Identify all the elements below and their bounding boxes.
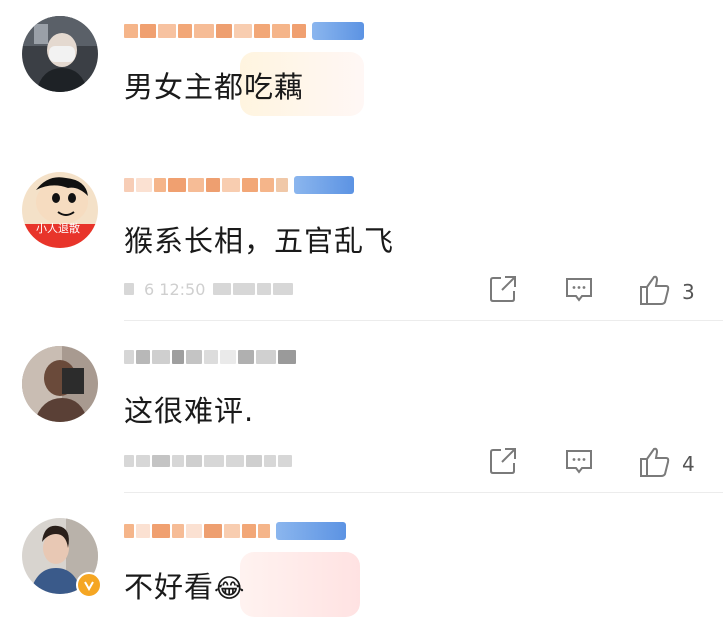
comment-item: 这很难评. 4 bbox=[0, 322, 723, 494]
avatar[interactable]: 小人退散 bbox=[22, 172, 98, 248]
divider bbox=[124, 492, 723, 493]
username-blurred[interactable] bbox=[124, 520, 346, 542]
decorative-bubble bbox=[240, 552, 360, 617]
share-button[interactable] bbox=[488, 274, 518, 304]
comment-text: 男女主都吃藕 bbox=[124, 70, 305, 104]
vip-badge bbox=[276, 522, 346, 540]
comment-item: 小人退散 猴系长相，五官乱飞 6 12:50 3 bbox=[0, 150, 723, 322]
comment-item: 不好看😂 bbox=[0, 494, 723, 617]
comment-text: 猴系长相，五官乱飞 bbox=[124, 224, 395, 258]
reply-button[interactable] bbox=[564, 274, 594, 304]
like-count: 4 bbox=[682, 452, 695, 476]
comment-item: 男女主都吃藕 bbox=[0, 0, 723, 150]
comment-actions: 4 bbox=[0, 446, 723, 486]
verified-badge bbox=[76, 572, 102, 598]
comment-icon bbox=[566, 450, 592, 474]
thumbs-up-icon bbox=[640, 275, 670, 305]
share-icon bbox=[490, 276, 516, 302]
level-badge bbox=[294, 176, 354, 194]
vip-badge bbox=[312, 22, 364, 40]
divider bbox=[124, 320, 723, 321]
comment-text: 这很难评. bbox=[124, 394, 255, 428]
comment-actions: 3 bbox=[0, 274, 723, 314]
avatar[interactable] bbox=[22, 16, 98, 92]
share-icon bbox=[490, 448, 516, 474]
username-blurred[interactable] bbox=[124, 346, 298, 368]
like-count: 3 bbox=[682, 280, 695, 304]
like-button[interactable] bbox=[638, 446, 672, 478]
thumbs-up-icon bbox=[640, 447, 670, 477]
avatar-caption: 小人退散 bbox=[36, 222, 80, 235]
reply-button[interactable] bbox=[564, 446, 594, 476]
like-button[interactable] bbox=[638, 274, 672, 306]
laughing-emoji: 😂 bbox=[214, 574, 246, 604]
comment-text: 不好看😂 bbox=[124, 570, 246, 604]
avatar[interactable] bbox=[22, 346, 98, 422]
username-blurred[interactable] bbox=[124, 20, 364, 42]
comment-icon bbox=[566, 278, 592, 302]
username-blurred[interactable] bbox=[124, 174, 354, 196]
share-button[interactable] bbox=[488, 446, 518, 476]
comment-feed: 男女主都吃藕 小人退散 猴系长相，五官乱飞 6 12:50 3 这很难评. 4 … bbox=[0, 0, 723, 617]
